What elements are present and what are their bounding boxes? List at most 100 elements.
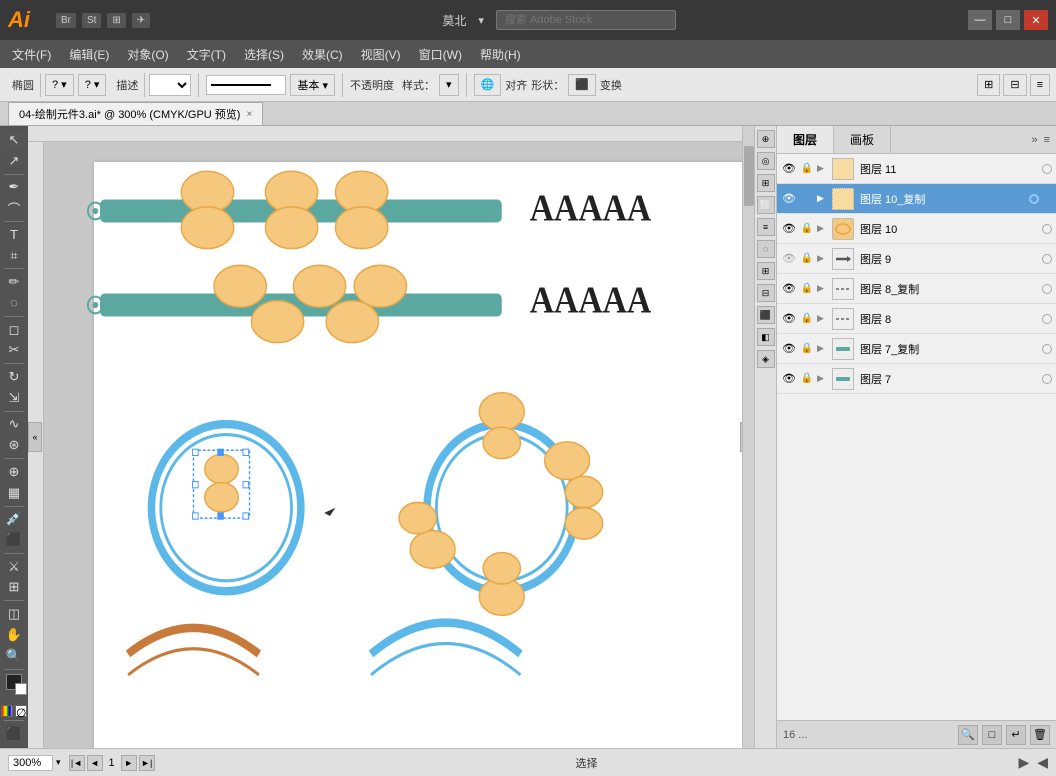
close-btn[interactable]: ✕	[1024, 10, 1048, 30]
menu-text[interactable]: 文字(T)	[179, 42, 234, 67]
menu-effect[interactable]: 效果(C)	[294, 42, 351, 67]
zoom-input[interactable]	[8, 755, 53, 771]
rp-btn-6[interactable]: ◌	[757, 240, 775, 258]
tab-close-btn[interactable]: ×	[246, 109, 252, 120]
layers-new-layer-btn[interactable]: □	[982, 725, 1002, 745]
menu-view[interactable]: 视图(V)	[353, 42, 409, 67]
stock-btn[interactable]: St	[82, 13, 101, 28]
menu-file[interactable]: 文件(F)	[4, 42, 59, 67]
globe-btn[interactable]: 🌐	[474, 74, 502, 96]
menu-select[interactable]: 选择(S)	[236, 42, 292, 67]
question-btn2[interactable]: ? ▾	[78, 74, 107, 96]
curvature-btn[interactable]: ⌒	[2, 198, 26, 218]
layer-7-lock[interactable]: 🔒	[800, 372, 814, 386]
layers-expand-btn[interactable]: »	[1029, 132, 1039, 148]
layer-8copy-eye[interactable]: 👁	[781, 281, 797, 297]
layer-7-arrow[interactable]: ▶	[817, 373, 829, 384]
layer-row-9[interactable]: 👁 🔒 ▶ 图层 9	[777, 244, 1056, 274]
brush-tool-btn[interactable]: ⌗	[2, 246, 26, 266]
layer-7copy-lock[interactable]: 🔒	[800, 342, 814, 356]
left-collapse-handle[interactable]: «	[28, 422, 42, 452]
next-page-btn[interactable]: ►	[121, 755, 137, 771]
menu-help[interactable]: 帮助(H)	[472, 42, 529, 67]
layer-8-lock[interactable]: 🔒	[800, 312, 814, 326]
canvas-scrollbar-v[interactable]	[742, 126, 754, 748]
first-page-btn[interactable]: |◄	[69, 755, 85, 771]
rp-btn-5[interactable]: ≡	[757, 218, 775, 236]
rp-btn-10[interactable]: ◧	[757, 328, 775, 346]
slice-btn[interactable]: ⚔	[2, 557, 26, 577]
warp-btn[interactable]: ∿	[2, 415, 26, 435]
layers-menu-btn[interactable]: ≡	[1042, 132, 1052, 148]
menu-object[interactable]: 对象(O)	[119, 42, 176, 67]
gradient-btn[interactable]: ◫	[2, 604, 26, 624]
layers-search-btn[interactable]: 🔍	[958, 725, 978, 745]
rp-btn-1[interactable]: ⊕	[757, 130, 775, 148]
rp-btn-4[interactable]: ⬜	[757, 196, 775, 214]
rp-btn-7[interactable]: ⊞	[757, 262, 775, 280]
layer-8-arrow[interactable]: ▶	[817, 313, 829, 324]
menu-edit[interactable]: 编辑(E)	[61, 42, 117, 67]
scissors-btn[interactable]: ✂	[2, 340, 26, 360]
menu-window[interactable]: 窗口(W)	[411, 42, 470, 67]
eraser-btn[interactable]: ◻	[2, 320, 26, 340]
layer-row-11[interactable]: 👁 🔒 ▶ 图层 11	[777, 154, 1056, 184]
grid-view-btn[interactable]: ⊞	[107, 13, 125, 28]
send-btn[interactable]: ✈	[132, 13, 150, 28]
blend-btn[interactable]: ⊛	[2, 435, 26, 455]
layer-row-7copy[interactable]: 👁 🔒 ▶ 图层 7_复制	[777, 334, 1056, 364]
hand-tool-btn[interactable]: ✋	[2, 625, 26, 645]
layer-10copy-arrow[interactable]: ▶	[817, 193, 829, 204]
layer-7-eye[interactable]: 👁	[781, 371, 797, 387]
type-tool-btn[interactable]: T	[2, 225, 26, 245]
rp-btn-2[interactable]: ◎	[757, 152, 775, 170]
layer-row-10copy[interactable]: 👁 ▶ 图层 10_复制	[777, 184, 1056, 214]
layer-10-eye[interactable]: 👁	[781, 221, 797, 237]
bridge-btn[interactable]: Br	[56, 13, 76, 28]
stroke-color[interactable]	[15, 683, 27, 695]
rp-btn-8[interactable]: ⊟	[757, 284, 775, 302]
layer-11-lock[interactable]: 🔒	[800, 162, 814, 176]
layer-10-arrow[interactable]: ▶	[817, 223, 829, 234]
layer-10copy-lock[interactable]	[800, 192, 814, 206]
layer-10copy-eye[interactable]: 👁	[781, 191, 797, 207]
rp-btn-3[interactable]: ⊞	[757, 174, 775, 192]
blob-btn[interactable]: ◌	[2, 293, 26, 313]
art-board-btn[interactable]: ⬛	[2, 724, 26, 744]
layer-row-10[interactable]: 👁 🔒 ▶ 图层 10	[777, 214, 1056, 244]
pencil-btn[interactable]: ✏	[2, 272, 26, 292]
rp-btn-11[interactable]: ◈	[757, 350, 775, 368]
color-mode-btn[interactable]	[1, 705, 13, 717]
mesh-btn[interactable]: ⊞	[2, 578, 26, 598]
question-btn1[interactable]: ? ▾	[45, 74, 74, 96]
prev-page-btn[interactable]: ◄	[87, 755, 103, 771]
layer-11-arrow[interactable]: ▶	[817, 163, 829, 174]
layer-9-arrow[interactable]: ▶	[817, 253, 829, 264]
scale-btn[interactable]: ⇲	[2, 388, 26, 408]
fill-color[interactable]	[6, 674, 22, 690]
layers-move-btn[interactable]: ↵	[1006, 725, 1026, 745]
minimize-btn[interactable]: —	[968, 10, 992, 30]
layer-7copy-eye[interactable]: 👁	[781, 341, 797, 357]
select-tool-btn[interactable]: ↖	[2, 130, 26, 150]
pen-tool-btn[interactable]: ✒	[2, 177, 26, 197]
layer-row-8[interactable]: 👁 🔒 ▶ 图层 8	[777, 304, 1056, 334]
layer-8-eye[interactable]: 👁	[781, 311, 797, 327]
layer-row-8copy[interactable]: 👁 🔒 ▶ 图层 8_复制	[777, 274, 1056, 304]
layer-7copy-arrow[interactable]: ▶	[817, 343, 829, 354]
scrollbar-thumb[interactable]	[744, 146, 754, 206]
maximize-btn[interactable]: □	[996, 10, 1020, 30]
layers-delete-btn[interactable]: 🗑	[1030, 725, 1050, 745]
style-dropdown[interactable]: ▾	[439, 74, 459, 96]
zoom-tool-btn[interactable]: 🔍	[2, 646, 26, 666]
symbol-btn[interactable]: ⊕	[2, 462, 26, 482]
stock-search-input[interactable]	[496, 10, 676, 30]
document-tab[interactable]: 04-绘制元件3.ai* @ 300% (CMYK/GPU 预览) ×	[8, 102, 263, 125]
rotate-btn[interactable]: ↻	[2, 367, 26, 387]
layer-9-lock[interactable]: 🔒	[800, 252, 814, 266]
layer-10-lock[interactable]: 🔒	[800, 222, 814, 236]
layer-8copy-lock[interactable]: 🔒	[800, 282, 814, 296]
arrange-btn[interactable]: ⊞	[977, 74, 1000, 96]
mode-btn[interactable]: 基本 ▾	[290, 74, 335, 96]
last-page-btn[interactable]: ►|	[139, 755, 155, 771]
